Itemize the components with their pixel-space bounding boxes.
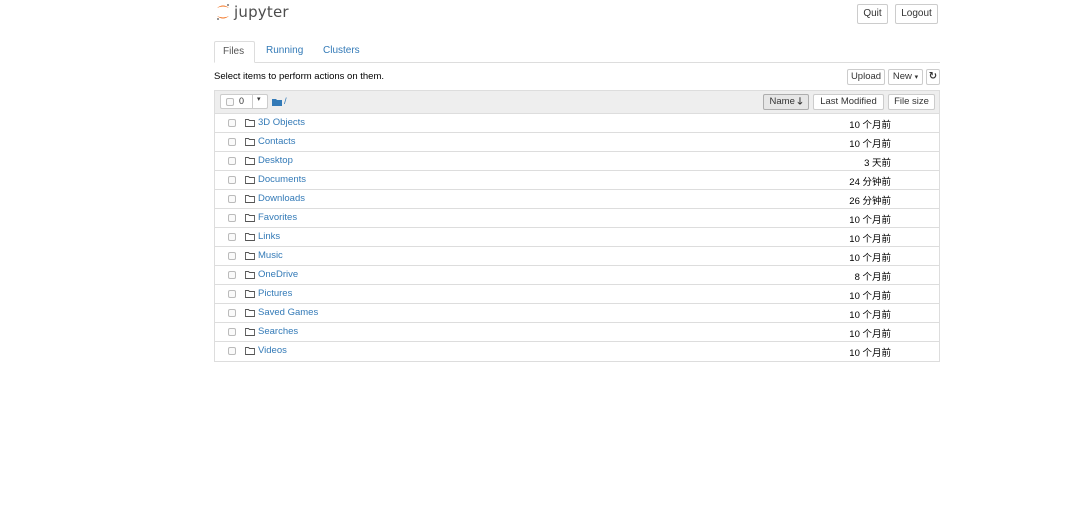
caret-down-icon: ▾ (914, 74, 919, 81)
new-dropdown-button[interactable]: New ▾ (888, 69, 923, 85)
item-checkbox[interactable] (228, 309, 236, 317)
item-checkbox[interactable] (228, 214, 236, 222)
item-last-modified: 10 个月前 (849, 310, 891, 321)
folder-icon (245, 309, 255, 317)
list-item[interactable]: 3D Objects 10 个月前 (215, 114, 939, 133)
item-checkbox[interactable] (228, 119, 236, 127)
item-checkbox[interactable] (228, 157, 236, 165)
sort-file-size-button[interactable]: File size (888, 94, 935, 110)
item-name-link[interactable]: Downloads (258, 193, 305, 204)
list-item[interactable]: Contacts 10 个月前 (215, 133, 939, 152)
tab-bar: Files Running Clusters (214, 41, 940, 63)
list-item[interactable]: Searches 10 个月前 (215, 323, 939, 342)
home-folder-icon[interactable] (272, 98, 282, 106)
folder-icon (245, 138, 255, 146)
item-last-modified: 8 个月前 (854, 272, 891, 283)
list-item[interactable]: Pictures 10 个月前 (215, 285, 939, 304)
item-checkbox[interactable] (228, 252, 236, 260)
list-item[interactable]: Saved Games 10 个月前 (215, 304, 939, 323)
instructions-text: Select items to perform actions on them. (214, 71, 385, 82)
item-last-modified: 10 个月前 (849, 253, 891, 264)
select-dropdown-caret-icon[interactable]: ▾ (257, 95, 261, 103)
item-name-link[interactable]: Saved Games (258, 307, 318, 318)
item-checkbox[interactable] (228, 176, 236, 184)
item-last-modified: 10 个月前 (849, 291, 891, 302)
new-label: New (892, 71, 912, 82)
item-name-link[interactable]: Desktop (258, 155, 293, 166)
list-item[interactable]: Links 10 个月前 (215, 228, 939, 247)
list-item[interactable]: Favorites 10 个月前 (215, 209, 939, 228)
folder-icon (245, 157, 255, 165)
item-checkbox[interactable] (228, 290, 236, 298)
folder-icon (245, 233, 255, 241)
folder-icon (245, 290, 255, 298)
sort-name-label: Name (769, 96, 795, 107)
list-item[interactable]: Music 10 个月前 (215, 247, 939, 266)
item-name-link[interactable]: Music (258, 250, 283, 261)
item-last-modified: 10 个月前 (849, 139, 891, 150)
item-last-modified: 10 个月前 (849, 329, 891, 340)
folder-icon (245, 347, 255, 355)
item-name-link[interactable]: Contacts (258, 136, 296, 147)
file-list: 0 ▾ / Name 🡓 Last Modified File size 3D … (214, 90, 940, 362)
item-checkbox[interactable] (228, 347, 236, 355)
item-checkbox[interactable] (228, 233, 236, 241)
select-all-checkbox[interactable] (226, 98, 234, 106)
item-last-modified: 3 天前 (864, 158, 891, 169)
item-name-link[interactable]: Documents (258, 174, 306, 185)
list-item[interactable]: Desktop 3 天前 (215, 152, 939, 171)
sort-last-modified-button[interactable]: Last Modified (813, 94, 884, 110)
refresh-icon: ↻ (928, 71, 938, 82)
arrow-down-icon: 🡓 (797, 96, 803, 107)
select-all-group[interactable]: 0 ▾ (220, 94, 268, 109)
item-checkbox[interactable] (228, 138, 236, 146)
folder-icon (245, 195, 255, 203)
jupyter-logo[interactable]: jupyter (216, 3, 289, 21)
folder-icon (245, 176, 255, 184)
file-rows: 3D Objects 10 个月前 Contacts 10 个月前 Deskto… (215, 114, 939, 361)
folder-icon (245, 271, 255, 279)
item-last-modified: 26 分钟前 (849, 196, 891, 207)
item-last-modified: 10 个月前 (849, 348, 891, 359)
item-name-link[interactable]: Links (258, 231, 280, 242)
folder-icon (245, 119, 255, 127)
folder-icon (245, 252, 255, 260)
item-name-link[interactable]: Favorites (258, 212, 297, 223)
tab-running[interactable]: Running (258, 41, 311, 62)
folder-icon (245, 328, 255, 336)
list-item[interactable]: Videos 10 个月前 (215, 342, 939, 361)
breadcrumb[interactable]: / (284, 96, 287, 107)
jupyter-logo-icon (217, 4, 229, 20)
notebook-header: jupyter Quit Logout (214, 0, 940, 28)
item-name-link[interactable]: Searches (258, 326, 298, 337)
divider (252, 95, 253, 108)
list-header: 0 ▾ / Name 🡓 Last Modified File size (215, 91, 939, 114)
list-item[interactable]: OneDrive 8 个月前 (215, 266, 939, 285)
item-name-link[interactable]: OneDrive (258, 269, 298, 280)
item-last-modified: 10 个月前 (849, 120, 891, 131)
sort-name-button[interactable]: Name 🡓 (763, 94, 809, 110)
logout-button[interactable]: Logout (895, 4, 938, 24)
item-last-modified: 10 个月前 (849, 234, 891, 245)
item-checkbox[interactable] (228, 195, 236, 203)
logo-text: jupyter (234, 3, 289, 21)
tab-clusters[interactable]: Clusters (315, 41, 368, 62)
item-name-link[interactable]: 3D Objects (258, 117, 305, 128)
selected-count: 0 (239, 96, 245, 106)
list-item[interactable]: Documents 24 分钟前 (215, 171, 939, 190)
item-name-link[interactable]: Videos (258, 345, 287, 356)
upload-button[interactable]: Upload (847, 69, 885, 85)
quit-button[interactable]: Quit (857, 4, 888, 24)
item-last-modified: 24 分钟前 (849, 177, 891, 188)
tab-files[interactable]: Files (214, 41, 255, 63)
refresh-button[interactable]: ↻ (926, 69, 940, 85)
item-checkbox[interactable] (228, 328, 236, 336)
list-item[interactable]: Downloads 26 分钟前 (215, 190, 939, 209)
item-checkbox[interactable] (228, 271, 236, 279)
item-last-modified: 10 个月前 (849, 215, 891, 226)
item-name-link[interactable]: Pictures (258, 288, 292, 299)
folder-icon (245, 214, 255, 222)
